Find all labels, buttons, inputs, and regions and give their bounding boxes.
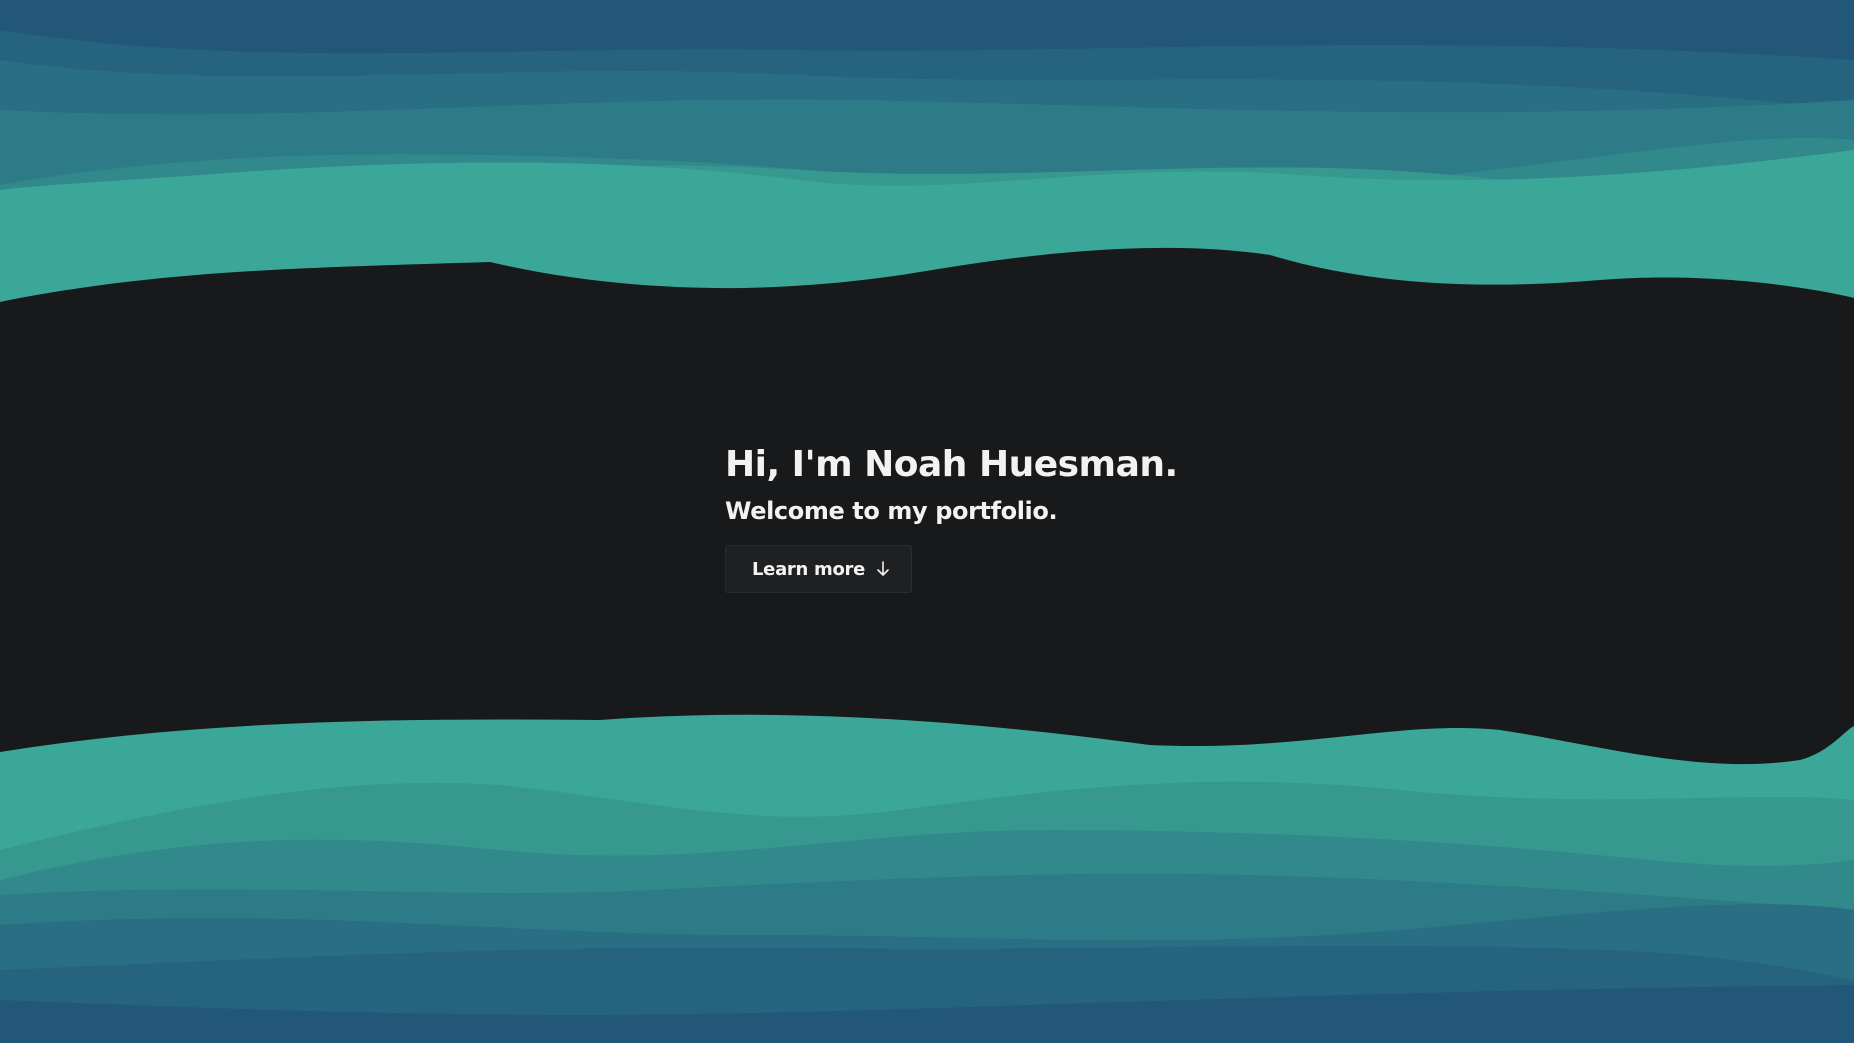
learn-more-label: Learn more	[752, 558, 865, 580]
learn-more-button[interactable]: Learn more	[725, 545, 912, 593]
hero-title: Hi, I'm Noah Huesman.	[725, 444, 1178, 485]
arrow-down-icon	[875, 560, 891, 578]
hero-subtitle: Welcome to my portfolio.	[725, 497, 1058, 525]
hero-section: Hi, I'm Noah Huesman. Welcome to my port…	[725, 440, 1425, 593]
page: Hi, I'm Noah Huesman. Welcome to my port…	[0, 0, 1854, 1043]
